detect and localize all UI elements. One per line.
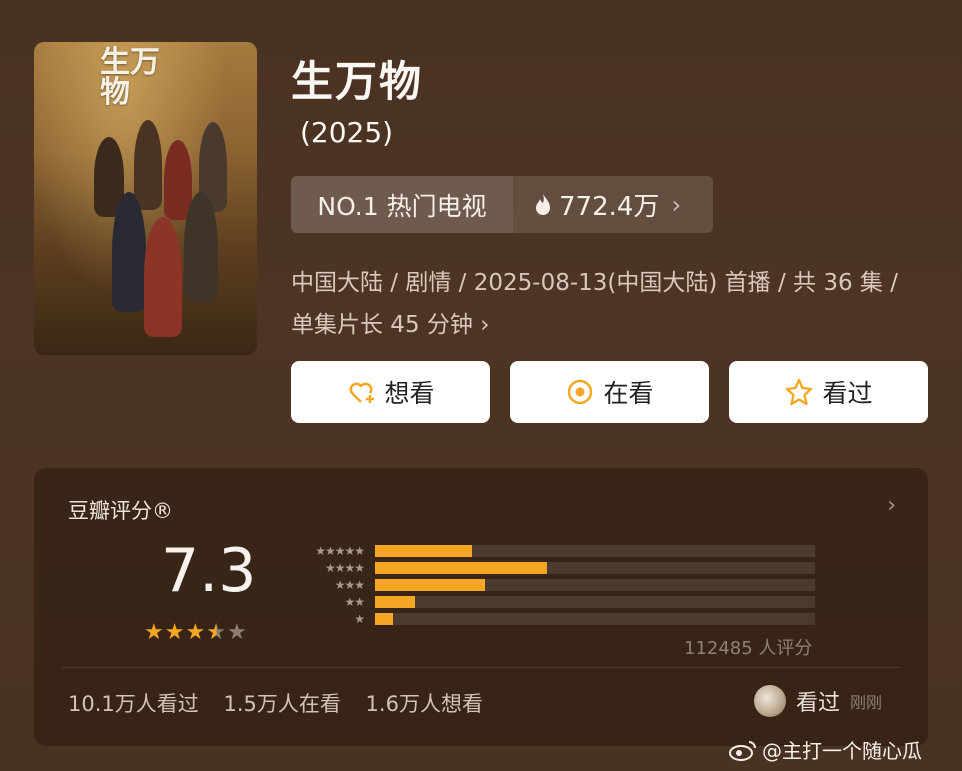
watching-button[interactable]: 在看 [510, 361, 709, 423]
my-status[interactable]: 看过 刚刚 [754, 685, 882, 717]
watched-label: 看过 [822, 379, 873, 408]
want-count: 1.6万人想看 [365, 692, 483, 716]
poster-image[interactable]: 生万物 [34, 42, 257, 355]
divider [62, 667, 900, 668]
rating-star: ★ [206, 620, 227, 645]
my-status-time: 刚刚 [850, 693, 883, 712]
distribution-stars: ★★★ [334, 577, 365, 592]
distribution-track [375, 612, 815, 625]
rating-count: 112485 人评分 [684, 638, 813, 659]
rating-star: ★ [164, 620, 186, 645]
show-meta[interactable]: 中国大陆 / 剧情 / 2025-08-13(中国大陆) 首播 / 共 36 集… [291, 262, 931, 346]
watched-button[interactable]: 看过 [729, 361, 928, 423]
distribution-track [375, 561, 815, 574]
rating-title: 豆瓣评分® [68, 499, 173, 523]
distribution-bar [375, 561, 547, 574]
distribution-track [375, 544, 815, 557]
rating-stars: ★★★★★ [144, 620, 248, 645]
chevron-right-icon[interactable]: › [887, 493, 896, 518]
distribution-track [375, 595, 815, 608]
watch-stats: 10.1万人看过 1.5万人在看 1.6万人想看 [68, 688, 501, 718]
distribution-bar [375, 595, 415, 608]
rank-label: NO.1 热门电视 [291, 176, 513, 233]
star-outline-icon [786, 378, 813, 406]
rating-score: 7.3 [161, 536, 257, 606]
heat-value: 772.4万 [559, 192, 660, 222]
distribution-bar [375, 578, 485, 591]
show-title: 生万物 [291, 57, 424, 106]
chevron-right-icon: › [480, 312, 490, 338]
rank-banner[interactable]: NO.1 热门电视 772.4万 › [291, 176, 713, 233]
chevron-right-icon: › [671, 190, 682, 219]
my-status-label: 看过 [796, 691, 841, 716]
distribution-stars: ★★★★★ [315, 543, 365, 558]
rating-star: ★ [185, 620, 207, 645]
want-label: 想看 [384, 379, 435, 408]
distribution-bar [375, 544, 472, 557]
distribution-stars: ★★ [344, 594, 365, 609]
weibo-logo-icon [729, 740, 756, 761]
fire-icon [536, 193, 550, 215]
poster-title: 生万物 [100, 45, 160, 110]
watching-label: 在看 [603, 379, 654, 408]
rating-star: ★ [226, 620, 248, 645]
avatar[interactable] [754, 685, 786, 717]
watched-count: 10.1万人看过 [68, 692, 199, 716]
distribution-bar [375, 612, 393, 625]
meta-line-2: 单集片长 45 分钟 [291, 312, 473, 338]
rating-card[interactable]: 豆瓣评分® › 7.3 ★★★★★ ★★★★★ ★★★★ ★★★ ★★ ★ 112485… [34, 468, 928, 746]
distribution-stars: ★ [354, 611, 365, 626]
want-button[interactable]: 想看 [291, 361, 490, 423]
distribution-stars: ★★★★ [324, 560, 365, 575]
meta-line-1: 中国大陆 / 剧情 / 2025-08-13(中国大陆) 首播 / 共 36 集… [291, 270, 898, 296]
weibo-watermark: @主打一个随心瓜 [728, 735, 922, 764]
watching-count: 1.5万人在看 [223, 692, 341, 716]
watermark-text: @主打一个随心瓜 [762, 739, 922, 763]
show-year: (2025) [300, 116, 394, 149]
heat-value-group[interactable]: 772.4万 › [513, 176, 713, 233]
rating-star: ★ [144, 620, 165, 645]
heart-plus-icon [350, 382, 375, 403]
distribution-track [375, 578, 815, 591]
target-icon [568, 379, 593, 405]
